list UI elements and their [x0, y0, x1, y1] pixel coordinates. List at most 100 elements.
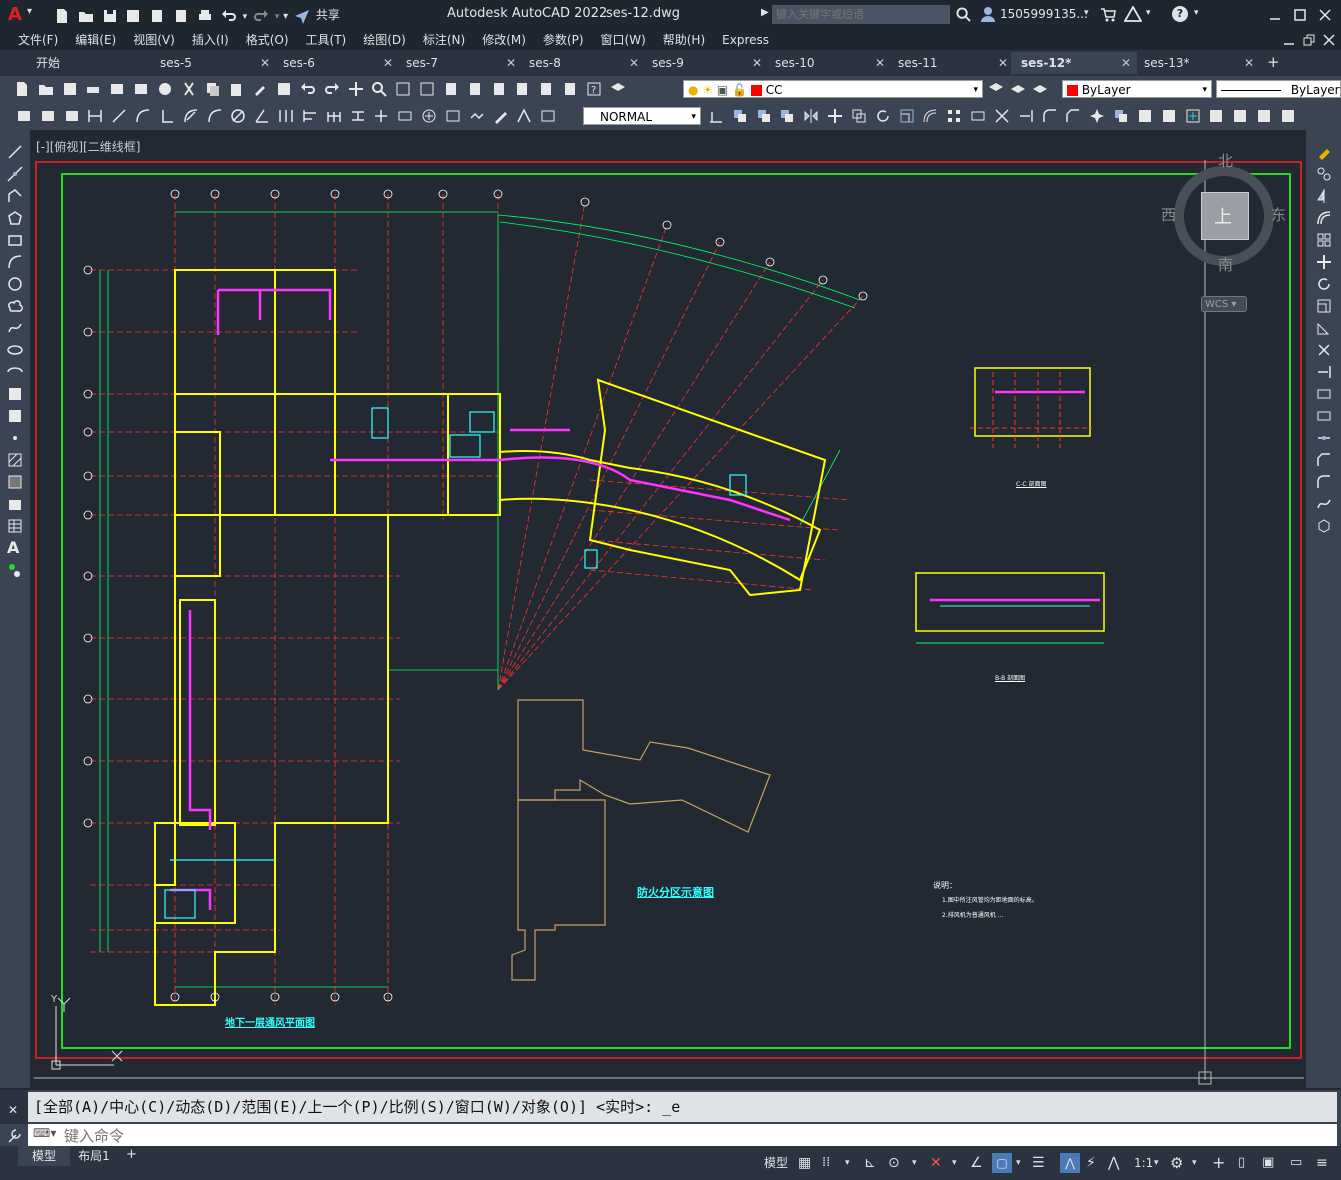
menu-tools[interactable]: 工具(T): [306, 30, 347, 50]
point-icon[interactable]: [7, 430, 23, 446]
rectangle-icon[interactable]: [7, 232, 23, 248]
undo-chevron-icon[interactable]: ▾: [243, 12, 248, 22]
print-icon[interactable]: [197, 8, 213, 24]
save-icon[interactable]: [102, 8, 118, 24]
break-at-point-icon[interactable]: [1316, 386, 1332, 402]
extend-icon[interactable]: [1018, 108, 1034, 124]
angular-dimension-icon[interactable]: [254, 108, 270, 124]
snap-icon[interactable]: ⁞⁞: [822, 1153, 830, 1173]
units-icon[interactable]: ▯: [1238, 1153, 1245, 1173]
isodraft-icon[interactable]: ✕: [930, 1153, 942, 1173]
search-expand-icon[interactable]: ▶: [761, 7, 769, 18]
plot-preview-icon[interactable]: [109, 81, 125, 97]
center-mark-icon[interactable]: [421, 108, 437, 124]
open-icon[interactable]: [38, 81, 54, 97]
ellipse-icon[interactable]: [7, 342, 23, 358]
redo-icon[interactable]: [324, 81, 340, 97]
calculator-icon[interactable]: [562, 81, 578, 97]
hatch-edit-icon[interactable]: [1137, 108, 1153, 124]
ellipse-arc-icon[interactable]: [7, 364, 23, 380]
zoom-previous-icon[interactable]: [419, 81, 435, 97]
close-tab-icon[interactable]: ✕: [383, 52, 393, 74]
plot-icon[interactable]: [85, 81, 101, 97]
lineweight-icon[interactable]: ☰: [1032, 1153, 1045, 1173]
scale-icon[interactable]: [899, 108, 915, 124]
copy-icon[interactable]: [205, 81, 221, 97]
join-icon[interactable]: [1316, 430, 1332, 446]
cart-icon[interactable]: [1100, 7, 1116, 23]
close-tab-icon[interactable]: ✕: [875, 52, 885, 74]
doc-minimize-icon[interactable]: [1283, 34, 1295, 46]
polar-tracking-icon[interactable]: ⊙: [888, 1153, 900, 1173]
table-icon[interactable]: [7, 518, 23, 534]
create-block-icon[interactable]: [1208, 108, 1224, 124]
cut-icon[interactable]: [181, 81, 197, 97]
dim-style-manager-icon[interactable]: [708, 108, 724, 124]
make-current-layer-icon[interactable]: [988, 81, 1004, 97]
ordinate-dimension-icon[interactable]: [159, 108, 175, 124]
menu-draw[interactable]: 绘图(D): [363, 30, 406, 50]
publish-icon[interactable]: [133, 81, 149, 97]
insert-block-icon[interactable]: [1185, 108, 1201, 124]
dim-style-dropdown[interactable]: NORMAL ▾: [583, 107, 701, 125]
close-tab-icon[interactable]: ✕: [998, 52, 1008, 74]
undo-icon[interactable]: [221, 8, 237, 24]
text-to-front-icon[interactable]: [1161, 108, 1177, 124]
arc-icon[interactable]: [7, 254, 23, 270]
redo-chevron-icon[interactable]: ▾: [275, 12, 280, 22]
undo-icon[interactable]: [300, 81, 316, 97]
dimension-edit-icon[interactable]: [493, 108, 509, 124]
region-icon[interactable]: [7, 496, 23, 512]
scale-chevron-icon[interactable]: ▾: [1154, 1153, 1159, 1173]
block-editor-icon[interactable]: [276, 81, 292, 97]
open-folder-icon[interactable]: [78, 8, 94, 24]
diameter-dimension-icon[interactable]: [230, 108, 246, 124]
close-tab-icon[interactable]: ✕: [506, 52, 516, 74]
menu-format[interactable]: 格式(O): [246, 30, 289, 50]
dim-override-icon[interactable]: [64, 108, 80, 124]
zoom-realtime-icon[interactable]: [371, 81, 388, 97]
menu-dimension[interactable]: 标注(N): [423, 30, 465, 50]
stretch-icon[interactable]: [1316, 320, 1332, 336]
offset-icon[interactable]: [922, 108, 938, 124]
customization-menu-icon[interactable]: ≡: [1316, 1153, 1328, 1173]
move-icon[interactable]: [827, 108, 843, 124]
sun-icon[interactable]: ☀: [702, 83, 713, 97]
tab-ses-6[interactable]: ses-6 ✕: [273, 52, 399, 74]
tab-ses-7[interactable]: ses-7 ✕: [396, 52, 522, 74]
app-chevron-icon[interactable]: ▾: [1146, 8, 1151, 18]
pan-icon[interactable]: [348, 81, 364, 97]
help-chevron-icon[interactable]: ▾: [1194, 8, 1199, 18]
jogged-linear-icon[interactable]: [469, 108, 485, 124]
drawing-canvas[interactable]: [-][俯视][二维线框] 地下一层通风平面图 防火分区示意图 说明： 1.图中…: [30, 130, 1306, 1088]
clean-screen-icon[interactable]: ▭: [1290, 1153, 1302, 1173]
group-icon[interactable]: [732, 108, 748, 124]
app-menu-chevron-icon[interactable]: ▾: [27, 6, 32, 17]
autodesk-app-icon[interactable]: [1124, 6, 1142, 22]
gradient-icon[interactable]: [7, 474, 23, 490]
user-account[interactable]: 1505999135...: [1000, 7, 1088, 21]
add-selected-icon[interactable]: [7, 562, 23, 578]
customize-qat-icon[interactable]: ▾: [283, 11, 288, 22]
image-icon[interactable]: [1280, 108, 1296, 124]
tolerance-icon[interactable]: [397, 108, 413, 124]
trim-icon[interactable]: [994, 108, 1010, 124]
tab-ses-9[interactable]: ses-9 ✕: [642, 52, 768, 74]
minimize-icon[interactable]: [1268, 8, 1282, 22]
annotation-visibility-icon[interactable]: ⋀: [1060, 1153, 1080, 1173]
command-prompt-icon[interactable]: ⌨▾: [33, 1126, 56, 1140]
tab-ses-13[interactable]: ses-13* ✕: [1134, 52, 1260, 74]
workspace-chevron-icon[interactable]: ▾: [1192, 1153, 1197, 1173]
close-tab-icon[interactable]: ✕: [752, 52, 762, 74]
tab-ses-11[interactable]: ses-11 ✕: [888, 52, 1014, 74]
blend-curves-icon[interactable]: [1316, 496, 1332, 512]
mirror-icon[interactable]: [1316, 188, 1332, 204]
add-layout-button[interactable]: +: [126, 1147, 137, 1162]
save-icon[interactable]: [62, 81, 78, 97]
rotate-icon[interactable]: [1316, 276, 1332, 292]
extend-icon[interactable]: [1316, 364, 1332, 380]
construction-line-icon[interactable]: [7, 166, 23, 182]
command-input[interactable]: [62, 1125, 1326, 1147]
continue-dimension-icon[interactable]: [326, 108, 342, 124]
aligned-dimension-icon[interactable]: [111, 108, 127, 124]
